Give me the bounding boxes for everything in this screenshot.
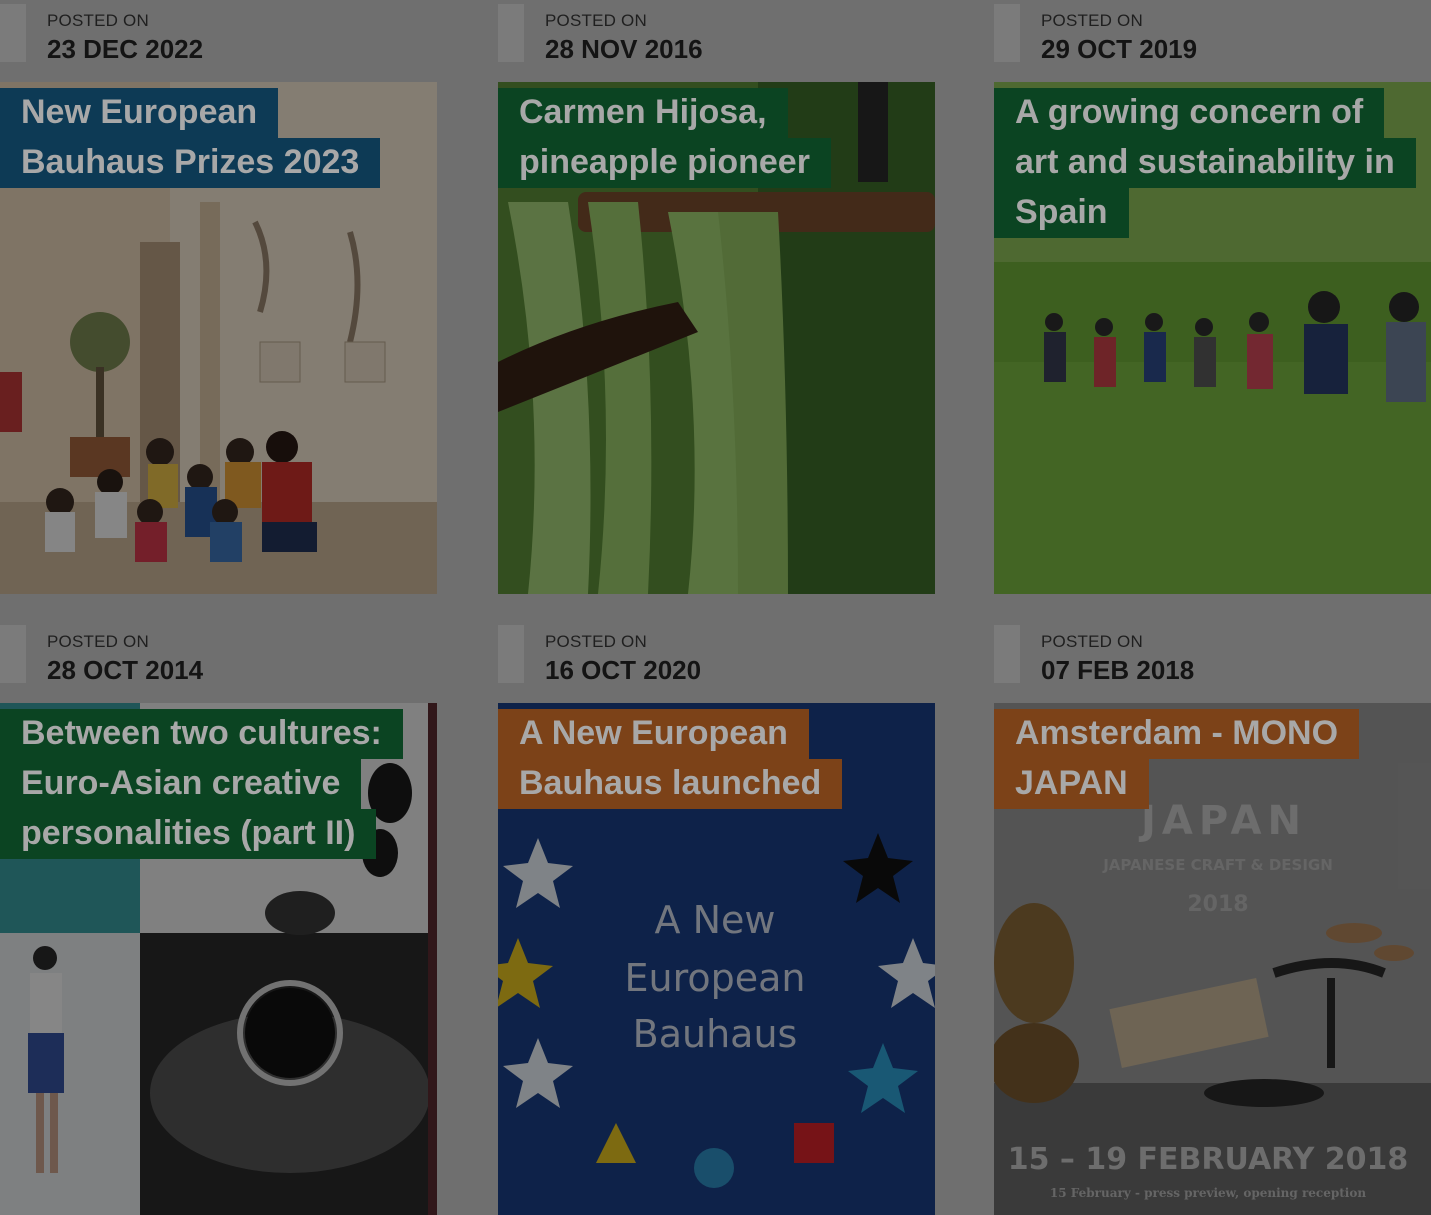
poster-line: Bauhaus: [633, 1012, 798, 1056]
date-accent-bar: [994, 625, 1020, 683]
post-date: 29 OCT 2019: [1041, 34, 1198, 64]
post-title-line[interactable]: Carmen Hijosa,: [498, 88, 788, 138]
poster-line: 2018: [1187, 892, 1248, 917]
post-title-line[interactable]: Between two cultures:: [0, 709, 403, 759]
date-accent-bar: [498, 4, 524, 62]
post-date: 23 DEC 2022: [47, 34, 204, 64]
post-thumbnail[interactable]: Carmen Hijosa, pineapple pioneer: [498, 82, 935, 594]
post-title-line[interactable]: Bauhaus launched: [498, 759, 843, 809]
posted-on-label: POSTED ON: [1041, 632, 1143, 651]
post-date: 07 FEB 2018: [1041, 655, 1195, 685]
post-date: 28 OCT 2014: [47, 655, 204, 685]
post-title-line[interactable]: pineapple pioneer: [498, 138, 831, 188]
post-title-line[interactable]: Euro-Asian creative: [0, 759, 362, 809]
post-date-block: POSTED ON 23 DEC 2022: [0, 0, 437, 82]
posted-on-label: POSTED ON: [545, 11, 647, 30]
post-title[interactable]: Amsterdam - MONO JAPAN: [994, 709, 1360, 809]
post-title-line[interactable]: personalities (part II): [0, 809, 377, 859]
post-title-line[interactable]: A growing concern of: [994, 88, 1385, 138]
post-title-line[interactable]: Bauhaus Prizes 2023: [0, 138, 381, 188]
post-title[interactable]: New European Bauhaus Prizes 2023: [0, 88, 381, 188]
poster-line: European: [624, 956, 805, 1000]
post-title-line[interactable]: A New European: [498, 709, 809, 759]
post-date-block: POSTED ON 28 OCT 2014: [0, 621, 437, 703]
post-thumbnail[interactable]: JAPAN JAPANESE CRAFT & DESIGN 2018 15 – …: [994, 703, 1431, 1215]
post-date: 16 OCT 2020: [545, 655, 702, 685]
post-date-block: POSTED ON 07 FEB 2018: [994, 621, 1431, 703]
post-title-line[interactable]: Amsterdam - MONO: [994, 709, 1360, 759]
post-title-line[interactable]: art and sustainability in: [994, 138, 1416, 188]
date-accent-bar: [0, 625, 26, 683]
post-title[interactable]: Carmen Hijosa, pineapple pioneer: [498, 88, 831, 188]
post-card[interactable]: POSTED ON 29 OCT 2019 A growing concern …: [994, 0, 1431, 594]
post-title-line[interactable]: New European: [0, 88, 279, 138]
post-thumbnail[interactable]: Between two cultures: Euro-Asian creativ…: [0, 703, 437, 1215]
post-title-line[interactable]: Spain: [994, 188, 1129, 238]
posted-on-label: POSTED ON: [47, 632, 149, 651]
posted-on-label: POSTED ON: [47, 11, 149, 30]
post-card[interactable]: POSTED ON 07 FEB 2018 JAPAN JAPANESE CRA…: [994, 621, 1431, 1215]
poster-line: 15 – 19 FEBRUARY 2018: [1008, 1142, 1409, 1177]
poster-line: JAPANESE CRAFT & DESIGN: [1102, 856, 1333, 874]
post-card[interactable]: POSTED ON 28 OCT 2014 Between two cultur…: [0, 621, 437, 1215]
date-accent-bar: [994, 4, 1020, 62]
posted-on-label: POSTED ON: [545, 632, 647, 651]
post-title-line[interactable]: JAPAN: [994, 759, 1149, 809]
date-accent-bar: [498, 625, 524, 683]
post-title[interactable]: A New European Bauhaus launched: [498, 709, 843, 809]
post-card[interactable]: POSTED ON 23 DEC 2022 New European Bauha…: [0, 0, 437, 594]
poster-line: A New: [655, 898, 776, 942]
post-title[interactable]: A growing concern of art and sustainabil…: [994, 88, 1416, 238]
post-card[interactable]: POSTED ON 28 NOV 2016 Carmen Hijosa, pin…: [498, 0, 935, 594]
post-date-block: POSTED ON 28 NOV 2016: [498, 0, 935, 82]
post-card[interactable]: POSTED ON 16 OCT 2020 A New European Bau…: [498, 621, 935, 1215]
posted-on-label: POSTED ON: [1041, 11, 1143, 30]
post-thumbnail[interactable]: New European Bauhaus Prizes 2023: [0, 82, 437, 594]
post-date: 28 NOV 2016: [545, 34, 703, 64]
poster-line: 15 February - press preview, opening rec…: [1050, 1186, 1366, 1200]
date-accent-bar: [0, 4, 26, 62]
post-date-block: POSTED ON 16 OCT 2020: [498, 621, 935, 703]
post-date-block: POSTED ON 29 OCT 2019: [994, 0, 1431, 82]
post-thumbnail[interactable]: A growing concern of art and sustainabil…: [994, 82, 1431, 594]
post-thumbnail[interactable]: A New European Bauhaus A New European Ba…: [498, 703, 935, 1215]
post-title[interactable]: Between two cultures: Euro-Asian creativ…: [0, 709, 403, 859]
